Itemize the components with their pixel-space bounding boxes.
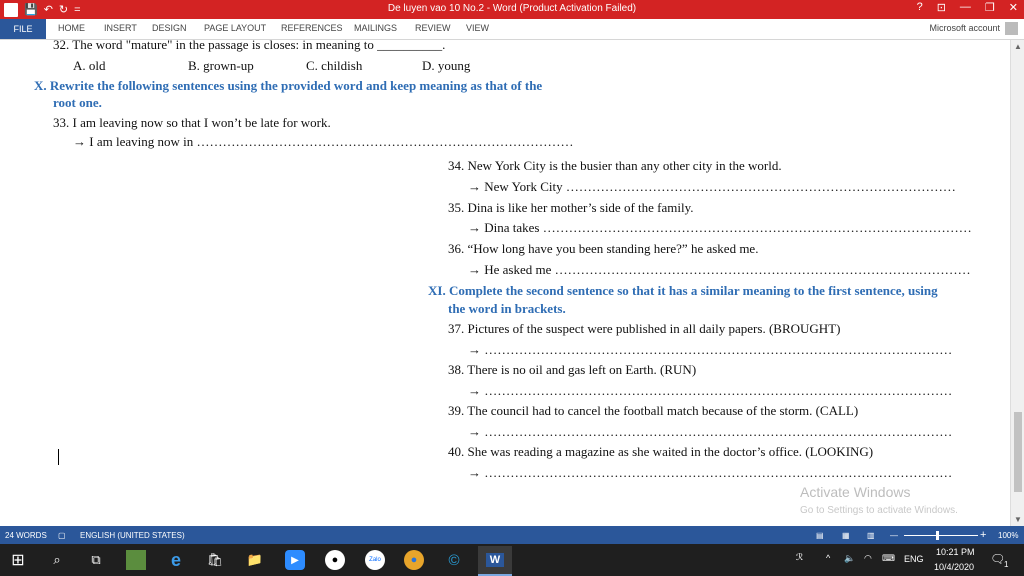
microsoft-account-menu[interactable]: Microsoft account: [929, 23, 1000, 33]
answer-33: → I am leaving now in …………………………………………………: [73, 134, 574, 149]
zoom-slider-thumb[interactable]: [936, 531, 939, 540]
language-indicator-taskbar[interactable]: ENG: [904, 554, 924, 564]
q32-option-c: C. childish: [306, 58, 363, 73]
avatar[interactable]: [1005, 22, 1018, 35]
window-title: De luyen vao 10 No.2 - Word (Product Act…: [387, 3, 637, 14]
web-layout-icon[interactable]: ▥: [867, 531, 875, 540]
answer-36: → He asked me ………………………………………………………………………: [468, 262, 971, 277]
wifi-icon[interactable]: ◠: [864, 553, 872, 564]
search-icon[interactable]: ⌕: [47, 550, 67, 570]
show-hidden-icons-icon[interactable]: ^: [826, 553, 830, 563]
ribbon-tabs: FILE HOME INSERT DESIGN PAGE LAYOUT REFE…: [0, 19, 1024, 40]
section-xi-heading-cont: the word in brackets.: [448, 301, 566, 316]
clock-date[interactable]: 10/4/2020: [934, 562, 974, 572]
question-32: 32. The word "mature" in the passage is …: [53, 40, 446, 52]
title-bar: W 💾 ↶ ↻ = De luyen vao 10 No.2 - Word (P…: [0, 0, 1024, 19]
read-mode-icon[interactable]: ▤: [816, 531, 824, 540]
obs-icon[interactable]: ●: [325, 550, 345, 570]
chrome-icon[interactable]: ●: [404, 550, 424, 570]
word-icon: W: [485, 553, 505, 567]
word-taskbar-button[interactable]: W: [478, 546, 512, 576]
minecraft-icon[interactable]: [126, 550, 146, 570]
scroll-up-icon[interactable]: ▲: [1014, 42, 1022, 51]
answer-40: → ………………………………………………………………………………………………: [468, 465, 953, 480]
language-indicator[interactable]: ENGLISH (UNITED STATES): [80, 531, 185, 540]
ccleaner-icon[interactable]: ©: [444, 550, 464, 570]
volume-icon[interactable]: 🔈: [844, 553, 855, 564]
ribbon-display-options-button[interactable]: ⊡: [937, 1, 946, 14]
restore-button[interactable]: ❐: [985, 1, 995, 14]
answer-37: → ………………………………………………………………………………………………: [468, 342, 953, 357]
tab-page-layout[interactable]: PAGE LAYOUT: [204, 23, 266, 33]
section-xi-heading: XI. Complete the second sentence so that…: [428, 283, 938, 298]
text-cursor: [58, 449, 59, 465]
answer-35: → Dina takes …………………………………………………………………………: [468, 220, 972, 235]
input-method-icon[interactable]: ⌨: [882, 553, 895, 564]
taskbar: ⊞ ⌕ ⧉ e 🛍 📁 ▶ ● Zalo ● © W ℛ ^ 🔈 ◠ ⌨ ENG…: [0, 544, 1024, 576]
zalo-icon[interactable]: Zalo: [365, 550, 385, 570]
answer-38: → ………………………………………………………………………………………………: [468, 383, 953, 398]
task-view-icon[interactable]: ⧉: [86, 550, 106, 570]
print-layout-icon[interactable]: ▦: [842, 531, 850, 540]
zoom-out-button[interactable]: —: [890, 531, 898, 540]
minimize-button[interactable]: —: [960, 1, 971, 14]
edge-icon[interactable]: e: [166, 550, 186, 570]
q32-option-b: B. grown-up: [188, 58, 254, 73]
status-bar: 24 WORDS ▢ ENGLISH (UNITED STATES) ▤ ▦ ▥…: [0, 526, 1024, 544]
help-button[interactable]: ?: [917, 1, 923, 14]
notifications-icon[interactable]: 🗨: [990, 552, 1005, 566]
tab-insert[interactable]: INSERT: [104, 23, 137, 33]
question-39: 39. The council had to cancel the footba…: [448, 403, 859, 418]
activate-windows-subtitle: Go to Settings to activate Windows.: [800, 505, 958, 516]
zoom-level[interactable]: 100%: [998, 531, 1018, 540]
question-36: 36. “How long have you been standing her…: [448, 241, 759, 256]
tab-references[interactable]: REFERENCES: [281, 23, 343, 33]
tab-design[interactable]: DESIGN: [152, 23, 187, 33]
tab-mailings[interactable]: MAILINGS: [354, 23, 397, 33]
question-38: 38. There is no oil and gas left on Eart…: [448, 362, 697, 377]
clock-time[interactable]: 10:21 PM: [936, 547, 975, 557]
store-icon[interactable]: 🛍: [205, 550, 225, 570]
document-page[interactable]: 32. The word "mature" in the passage is …: [0, 40, 1010, 526]
start-button[interactable]: ⊞: [8, 550, 28, 570]
question-40: 40. She was reading a magazine as she wa…: [448, 444, 874, 459]
zoom-icon[interactable]: ▶: [285, 550, 305, 570]
tab-home[interactable]: HOME: [58, 23, 85, 33]
word-count[interactable]: 24 WORDS: [5, 531, 47, 540]
question-37: 37. Pictures of the suspect were publish…: [448, 321, 841, 336]
vertical-scrollbar[interactable]: ▲ ▼: [1010, 40, 1024, 526]
scroll-thumb[interactable]: [1014, 412, 1022, 492]
activate-windows-title: Activate Windows: [800, 484, 911, 500]
file-explorer-icon[interactable]: 📁: [245, 550, 265, 570]
zoom-in-button[interactable]: +: [980, 529, 986, 541]
q32-option-a: A. old: [73, 58, 106, 73]
q32-option-d: D. young: [422, 58, 471, 73]
question-34: 34. New York City is the busier than any…: [448, 158, 782, 173]
answer-34: → New York City …………………………………………………………………: [468, 179, 956, 194]
section-x-heading-cont: root one.: [53, 95, 102, 110]
people-icon[interactable]: ℛ: [796, 552, 803, 563]
tab-view[interactable]: VIEW: [466, 23, 489, 33]
section-x-heading: X. Rewrite the following sentences using…: [34, 78, 543, 93]
tab-review[interactable]: REVIEW: [415, 23, 451, 33]
close-button[interactable]: ✕: [1009, 1, 1018, 14]
scroll-down-icon[interactable]: ▼: [1014, 515, 1022, 524]
question-33: 33. I am leaving now so that I won’t be …: [53, 115, 331, 130]
proofing-icon[interactable]: ▢: [58, 531, 66, 540]
question-35: 35. Dina is like her mother’s side of th…: [448, 200, 694, 215]
notification-count: 1: [1004, 560, 1009, 569]
window-controls: ? ⊡ — ❐ ✕: [917, 1, 1018, 14]
zoom-slider[interactable]: [904, 535, 978, 536]
tab-file[interactable]: FILE: [0, 19, 46, 39]
answer-39: → ………………………………………………………………………………………………: [468, 424, 953, 439]
